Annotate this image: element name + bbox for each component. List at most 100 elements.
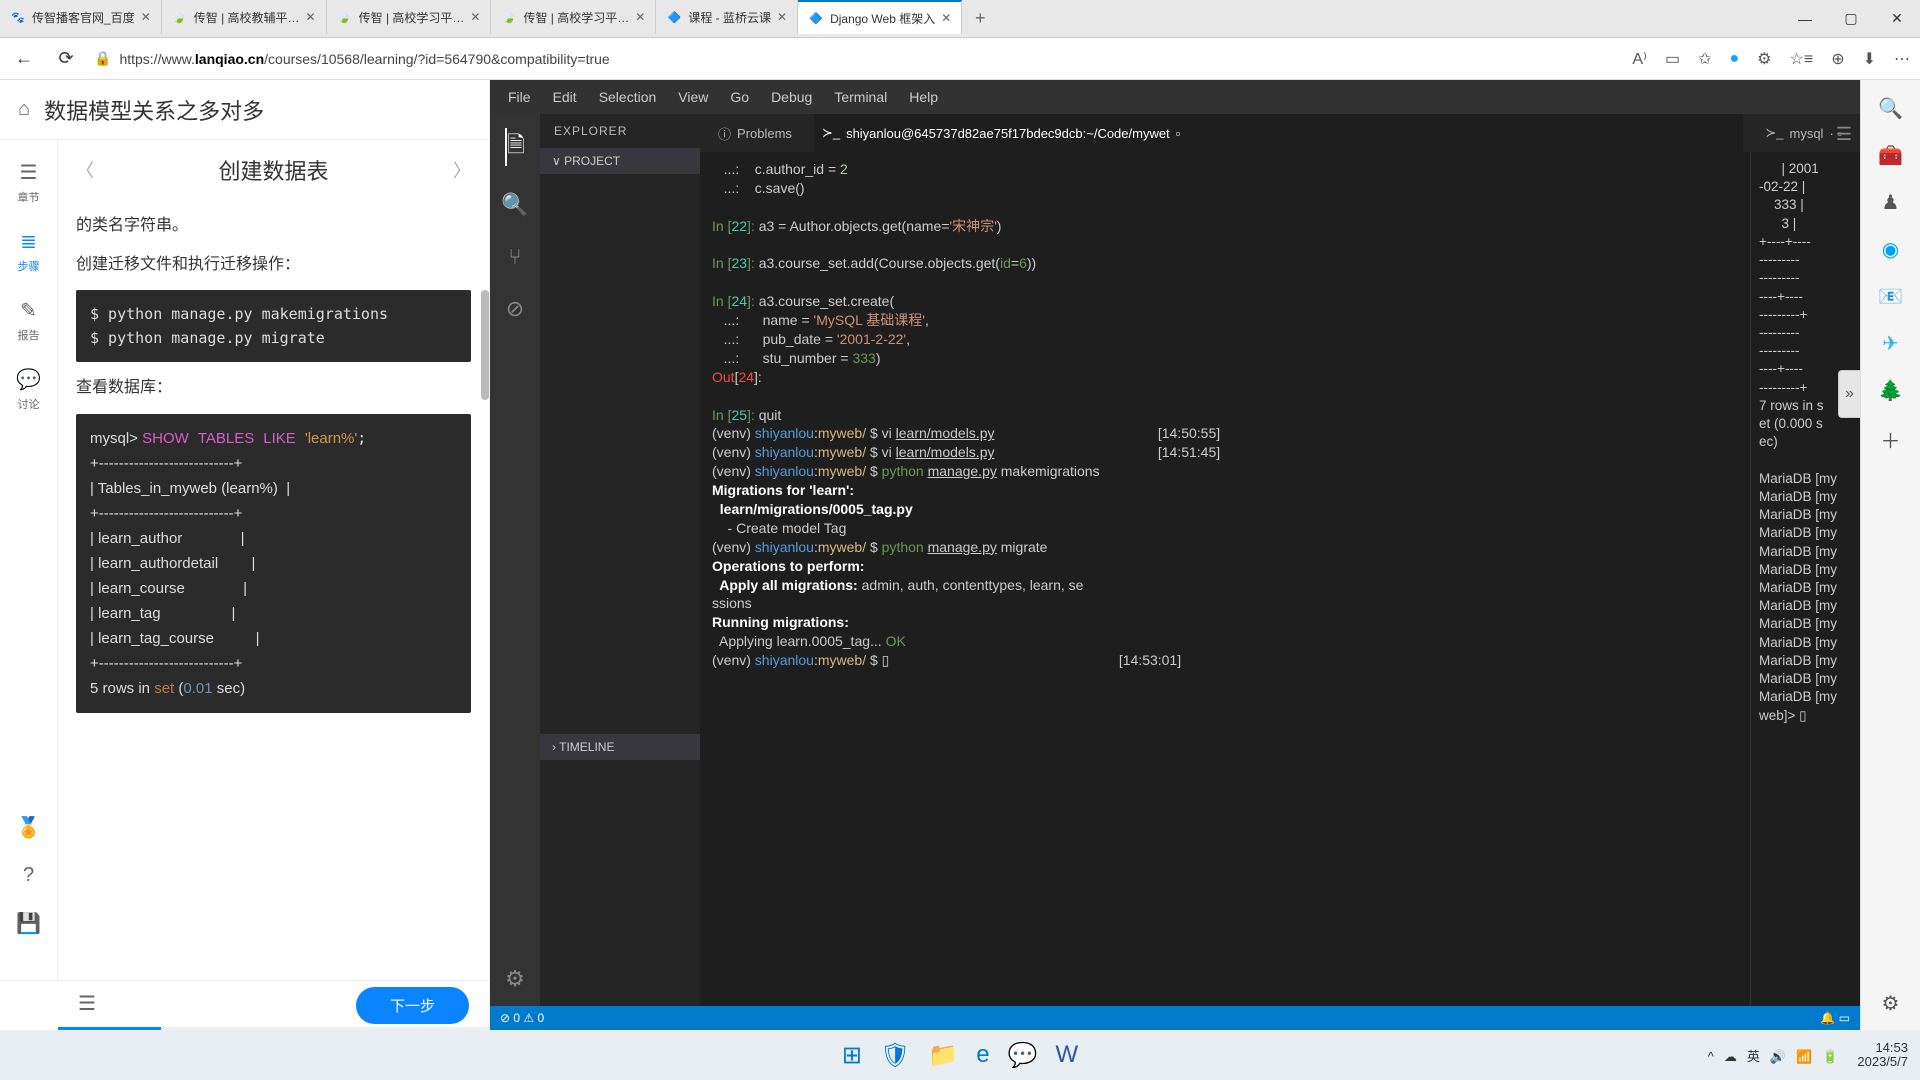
reader-icon[interactable]: ▭ <box>1665 49 1680 69</box>
browser-tab[interactable]: 🔷Django Web 框架入✕ <box>798 0 962 34</box>
minimize-button[interactable]: — <box>1782 0 1828 38</box>
tab-favicon: 🍃 <box>172 9 188 25</box>
favorite-icon[interactable]: ✩ <box>1698 49 1711 69</box>
tab-favicon: 🔷 <box>666 9 682 25</box>
activity-settings-icon[interactable]: ⚙ <box>505 966 525 992</box>
extensions-icon[interactable]: ⚙ <box>1757 49 1771 69</box>
ide-statusbar: ⊘ 0 ⚠ 0 🔔 ▭ <box>490 1006 1860 1030</box>
toc-button[interactable]: ☰ <box>78 991 96 1016</box>
taskbar-app[interactable]: e <box>976 1041 989 1069</box>
edge-tool-icon[interactable]: 🧰 <box>1878 143 1903 168</box>
tab-close-icon[interactable]: ✕ <box>470 10 480 24</box>
menu-help[interactable]: Help <box>909 89 938 105</box>
activity-scm-icon[interactable]: ⑂ <box>508 244 521 270</box>
taskbar-app[interactable]: 📁 <box>928 1041 958 1070</box>
edge-outlook-icon[interactable]: 📧 <box>1878 284 1903 309</box>
maximize-button[interactable]: ▢ <box>1828 0 1874 38</box>
browser-tab[interactable]: 🐾传智播客官网_百度✕ <box>0 0 162 34</box>
new-tab-button[interactable]: + <box>962 8 998 29</box>
edge-settings-icon[interactable]: ⚙ <box>1882 991 1900 1016</box>
menu-debug[interactable]: Debug <box>771 89 812 105</box>
download-icon[interactable]: ⬇ <box>1863 49 1876 69</box>
activity-debug-icon[interactable]: ⊘ <box>506 296 524 322</box>
menu-file[interactable]: File <box>508 89 531 105</box>
terminal-area[interactable]: ...: c.author_id = 2 ...: c.save() In [2… <box>700 152 1860 1006</box>
explorer-timeline[interactable]: › TIMELINE <box>540 734 700 760</box>
tab-close-icon[interactable]: ✕ <box>306 10 316 24</box>
menu-terminal[interactable]: Terminal <box>834 89 887 105</box>
status-bell-icon[interactable]: 🔔 <box>1820 1011 1835 1025</box>
browser-tab[interactable]: 🍃传智 | 高校学习平…✕ <box>327 0 492 34</box>
tab-favicon: 🍃 <box>337 9 353 25</box>
tab-favicon: 🍃 <box>501 9 517 25</box>
more-icon[interactable]: ⋯ <box>1894 49 1910 69</box>
taskbar-app[interactable]: W <box>1056 1041 1079 1069</box>
refresh-button[interactable]: ⟳ <box>52 48 80 69</box>
activity-search-icon[interactable]: 🔍 <box>501 192 528 218</box>
home-icon[interactable]: ⌂ <box>18 98 30 121</box>
taskbar-app[interactable]: ⊞ <box>842 1041 862 1070</box>
ide-explorer: EXPLORER ∨ PROJECT › TIMELINE <box>540 114 700 1006</box>
tray-icon[interactable]: 📶 <box>1796 1049 1812 1064</box>
sidebar-item-报告[interactable]: ✎报告 <box>18 298 40 343</box>
taskbar-app[interactable]: 💬 <box>1008 1041 1038 1070</box>
edge-telegram-icon[interactable]: ✈ <box>1882 331 1899 356</box>
url-field[interactable]: 🔒 https://www.lanqiao.cn/courses/10568/l… <box>94 50 1618 67</box>
menu-go[interactable]: Go <box>730 89 749 105</box>
scrollbar[interactable] <box>481 290 489 400</box>
sidebar-item-help[interactable]: ? <box>23 864 34 887</box>
tab-close-icon[interactable]: ✕ <box>777 10 787 24</box>
tray-icon[interactable]: 🔊 <box>1770 1049 1786 1064</box>
menu-selection[interactable]: Selection <box>599 89 657 105</box>
sidebar-item-讨论[interactable]: 💬讨论 <box>16 367 41 412</box>
browser-tab[interactable]: 🍃传智 | 高校学习平…✕ <box>491 0 656 34</box>
activity-explorer-icon[interactable]: 🗎 <box>505 128 525 166</box>
lesson-nav: 〈 创建数据表 〉 <box>76 140 471 200</box>
clock[interactable]: 14:53 2023/5/7 <box>1857 1041 1908 1070</box>
tray-icon[interactable]: 英 <box>1747 1049 1760 1064</box>
taskbar-app[interactable]: 🛡 <box>880 1041 910 1070</box>
profile-icon[interactable]: ● <box>1729 50 1739 68</box>
paragraph: 的类名字符串。 <box>76 212 471 239</box>
status-problems[interactable]: ⊘ 0 ⚠ 0 <box>500 1011 544 1025</box>
prev-lesson-button[interactable]: 〈 <box>76 157 94 183</box>
sidebar-item-save[interactable]: 💾 <box>16 911 41 936</box>
course-title: 数据模型关系之多对多 <box>44 94 264 126</box>
terminal-right-pane[interactable]: | 2001 -02-22 | 333 | 3 | +----+---- ---… <box>1750 152 1860 1006</box>
tab-close-icon[interactable]: ✕ <box>141 10 151 24</box>
edge-sidebar: 🔍 🧰 ♟ ◉ 📧 ✈ 🌲 ＋ ⚙ <box>1860 80 1920 1030</box>
ide-menubar: File Edit Selection View Go Debug Terminal Help <box>490 80 1860 114</box>
browser-tab[interactable]: 🍃传智 | 高校教辅平…✕ <box>162 0 327 34</box>
edge-chess-icon[interactable]: ♟ <box>1882 190 1900 215</box>
sidebar-item-rank[interactable]: 🏅 <box>16 815 41 840</box>
tab-terminal-main[interactable]: ≻_ shiyanlou@645737d82ae75f17bdec9dcb:~/… <box>814 114 1743 152</box>
tab-close-icon[interactable]: ✕ <box>635 10 645 24</box>
next-step-button[interactable]: 下一步 <box>356 987 469 1024</box>
explorer-project[interactable]: ∨ PROJECT <box>540 148 700 174</box>
sidebar-item-步骤[interactable]: ≣步骤 <box>18 229 40 274</box>
tab-close-icon[interactable]: ✕ <box>941 11 951 25</box>
favorites-bar-icon[interactable]: ☆≡ <box>1790 49 1814 69</box>
edge-copilot-icon[interactable]: ◉ <box>1882 237 1899 262</box>
ide-terminal-tabs: ⓘ Problems ≻_ shiyanlou@645737d82ae75f17… <box>700 114 1860 152</box>
tray-icon[interactable]: ☁ <box>1724 1049 1737 1064</box>
next-lesson-button[interactable]: 〉 <box>453 157 471 183</box>
ide-editor-area: ⓘ Problems ≻_ shiyanlou@645737d82ae75f17… <box>700 114 1860 1006</box>
terminal-left-pane[interactable]: ...: c.author_id = 2 ...: c.save() In [2… <box>700 152 1750 1006</box>
browser-tab[interactable]: 🔷课程 - 蓝桥云课✕ <box>656 0 798 34</box>
tab-problems[interactable]: ⓘ Problems <box>710 114 800 152</box>
menu-edit[interactable]: Edit <box>553 89 577 105</box>
menu-view[interactable]: View <box>678 89 708 105</box>
collections-icon[interactable]: ⊕ <box>1831 49 1844 69</box>
close-window-button[interactable]: ✕ <box>1874 0 1920 38</box>
tray-icon[interactable]: ^ <box>1708 1049 1714 1064</box>
sidebar-item-章节[interactable]: ☰章节 <box>18 160 40 205</box>
collapse-sidebar-button[interactable]: » <box>1838 370 1860 418</box>
edge-tree-icon[interactable]: 🌲 <box>1878 378 1903 403</box>
ide-list-icon[interactable]: ☰ <box>1836 124 1852 145</box>
back-button[interactable]: ← <box>10 48 38 69</box>
tray-icon[interactable]: 🔋 <box>1822 1049 1838 1064</box>
read-aloud-icon[interactable]: A⁾ <box>1632 49 1647 69</box>
edge-search-icon[interactable]: 🔍 <box>1878 96 1903 121</box>
edge-add-icon[interactable]: ＋ <box>1881 425 1901 454</box>
